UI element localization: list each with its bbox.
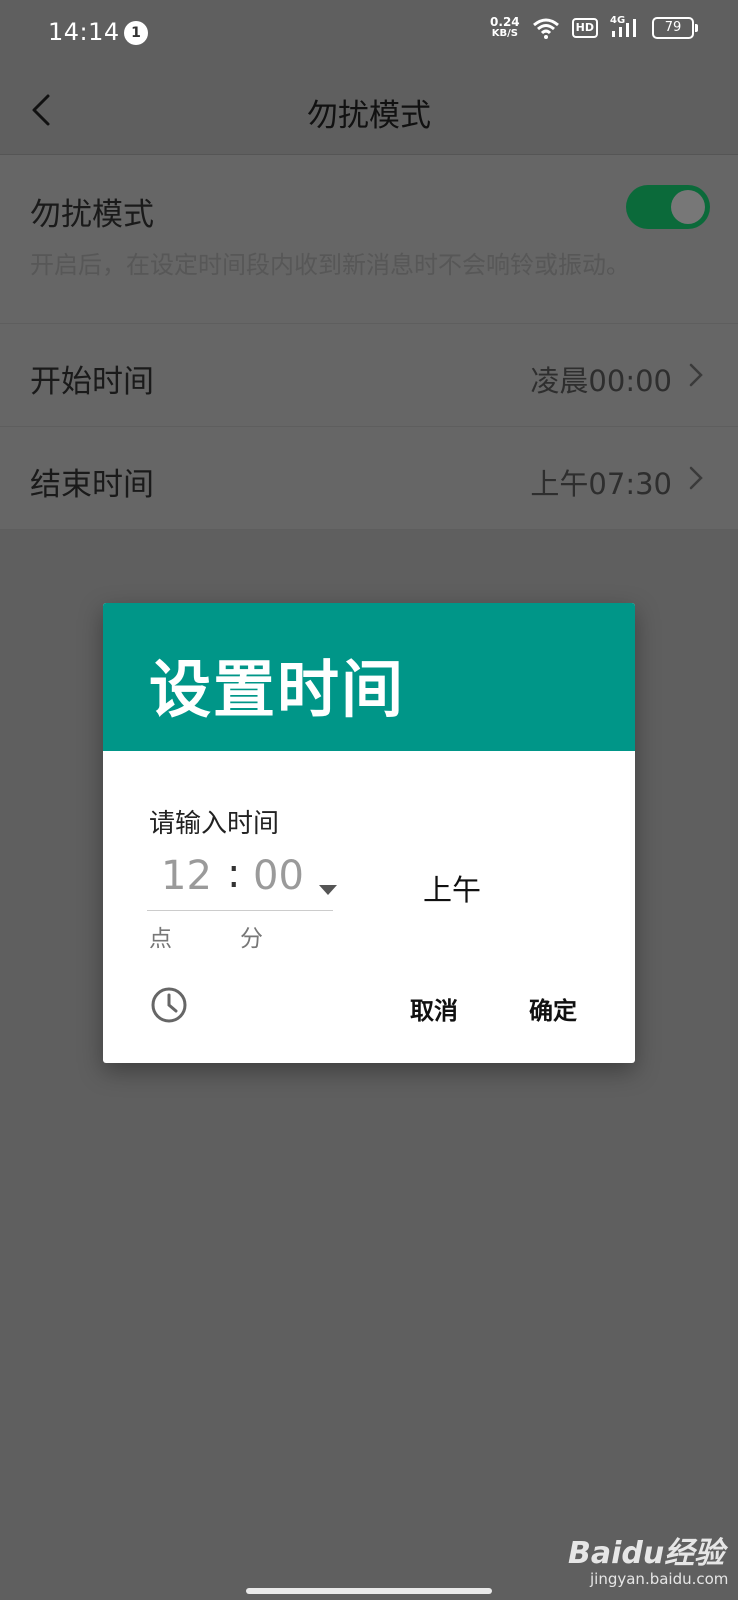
time-picker-dialog: 设置时间 请输入时间 12 : 00 点 分 上午 取消 确定 (103, 603, 635, 1063)
watermark-url: jingyan.baidu.com (590, 1570, 729, 1588)
input-underline (147, 910, 333, 911)
dnd-setting-row: 勿扰模式 开启后，在设定时间段内收到新消息时不会响铃或振动。 (0, 155, 738, 324)
net-speed-unit: KB/S (491, 28, 518, 39)
ok-button[interactable]: 确定 (529, 991, 577, 1026)
dnd-title: 勿扰模式 (30, 197, 154, 233)
net-speed: 0.24 KB/S (490, 16, 520, 40)
notification-badge: 1 (124, 21, 148, 45)
battery-icon: 79 (652, 17, 698, 39)
wifi-icon (532, 18, 559, 39)
dialog-title: 设置时间 (149, 653, 406, 726)
end-time-label: 结束时间 (30, 467, 154, 503)
dropdown-arrow-icon[interactable] (319, 885, 337, 895)
hour-input[interactable]: 12 (161, 853, 212, 899)
dnd-description: 开启后，在设定时间段内收到新消息时不会响铃或振动。 (30, 251, 630, 279)
hd-icon: HD (571, 18, 598, 38)
ampm-select[interactable]: 上午 (423, 867, 563, 911)
chevron-right-icon (689, 466, 703, 490)
minute-input[interactable]: 00 (253, 853, 304, 899)
cancel-button[interactable]: 取消 (410, 991, 458, 1026)
dialog-header: 设置时间 (103, 603, 635, 751)
net-speed-value: 0.24 (490, 15, 520, 29)
header: 勿扰模式 (0, 66, 738, 155)
toggle-knob (671, 190, 705, 224)
start-time-label: 开始时间 (30, 364, 154, 400)
start-time-row[interactable]: 开始时间 凌晨00:00 (0, 324, 738, 427)
start-time-value: 凌晨00:00 (530, 364, 672, 398)
chevron-right-icon (689, 363, 703, 387)
watermark-logo: Baidu经验 (568, 1536, 725, 1571)
clock-icon[interactable] (149, 985, 189, 1025)
dnd-toggle[interactable] (626, 185, 710, 229)
hour-unit-label: 点 (149, 926, 172, 952)
signal-icon: 4G (610, 15, 640, 39)
page-title: 勿扰模式 (307, 98, 431, 134)
end-time-row[interactable]: 结束时间 上午07:30 (0, 427, 738, 530)
ampm-value: 上午 (423, 873, 482, 907)
status-time: 14:14 (48, 18, 120, 46)
status-bar: 14:14 1 0.24 KB/S HD 4G 79 (0, 0, 738, 66)
battery-level: 79 (652, 17, 694, 39)
home-indicator[interactable] (246, 1588, 492, 1594)
baidu-watermark: Baidu经验 jingyan.baidu.com (568, 1528, 728, 1588)
minute-unit-label: 分 (240, 926, 263, 952)
status-icons: 0.24 KB/S HD 4G 79 (490, 15, 698, 40)
input-label: 请输入时间 (149, 809, 280, 839)
settings-list: 勿扰模式 开启后，在设定时间段内收到新消息时不会响铃或振动。 开始时间 凌晨00… (0, 155, 738, 530)
end-time-value: 上午07:30 (530, 467, 672, 501)
time-separator: : (227, 851, 241, 897)
